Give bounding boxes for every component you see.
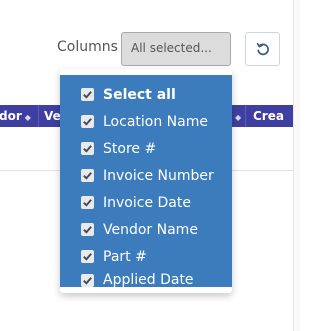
dropdown-item-invoice-date[interactable]: Invoice Date (60, 189, 232, 216)
dropdown-item-label: Part # (103, 248, 147, 265)
dropdown-item-label: Select all (103, 86, 176, 103)
checkbox-checked-icon[interactable] (81, 250, 94, 263)
dropdown-item-location-name[interactable]: Location Name (60, 108, 232, 135)
dropdown-item-select-all[interactable]: Select all (60, 81, 232, 108)
scrollbar[interactable] (293, 0, 300, 331)
reset-icon (256, 42, 269, 56)
checkbox-checked-icon[interactable] (81, 223, 94, 236)
dropdown-item-store[interactable]: Store # (60, 135, 232, 162)
dropdown-item-invoice-number[interactable]: Invoice Number (60, 162, 232, 189)
checkbox-checked-icon[interactable] (81, 169, 94, 182)
checkbox-checked-icon[interactable] (81, 273, 94, 287)
column-divider (38, 105, 39, 127)
dropdown-item-vendor-name[interactable]: Vendor Name (60, 216, 232, 243)
columns-dropdown: Select all Location Name Store # Invoice… (60, 69, 232, 293)
dropdown-item-applied-date[interactable]: Applied Date (60, 270, 232, 290)
column-header-created[interactable]: Crea (253, 109, 284, 123)
column-header-label: dor (0, 109, 22, 123)
sort-icon[interactable]: ◆ (25, 113, 31, 122)
dropdown-item-label: Applied Date (103, 272, 194, 288)
checkbox-checked-icon[interactable] (81, 142, 94, 155)
columns-select[interactable]: All selected... (121, 32, 231, 66)
column-header-vendor[interactable]: dor ◆ (0, 109, 31, 123)
columns-label: Columns (57, 39, 118, 55)
checkbox-checked-icon[interactable] (81, 88, 94, 101)
column-header-label: Ve (44, 109, 61, 123)
dropdown-item-label: Vendor Name (103, 221, 198, 238)
dropdown-item-label: Location Name (103, 113, 208, 130)
checkbox-checked-icon[interactable] (81, 115, 94, 128)
column-header-label: Crea (253, 109, 284, 123)
dropdown-list: Select all Location Name Store # Invoice… (60, 75, 232, 290)
checkbox-checked-icon[interactable] (81, 196, 94, 209)
dropdown-item-label: Store # (103, 140, 157, 157)
column-header-ve[interactable]: Ve (44, 109, 61, 123)
column-divider (245, 105, 246, 127)
dropdown-item-label: Invoice Date (103, 194, 191, 211)
column-header-sort[interactable]: ◆ (232, 109, 241, 123)
reset-button[interactable] (245, 32, 280, 66)
dropdown-item-label: Invoice Number (103, 167, 214, 184)
sort-icon[interactable]: ◆ (235, 113, 241, 122)
dropdown-item-part[interactable]: Part # (60, 243, 232, 270)
